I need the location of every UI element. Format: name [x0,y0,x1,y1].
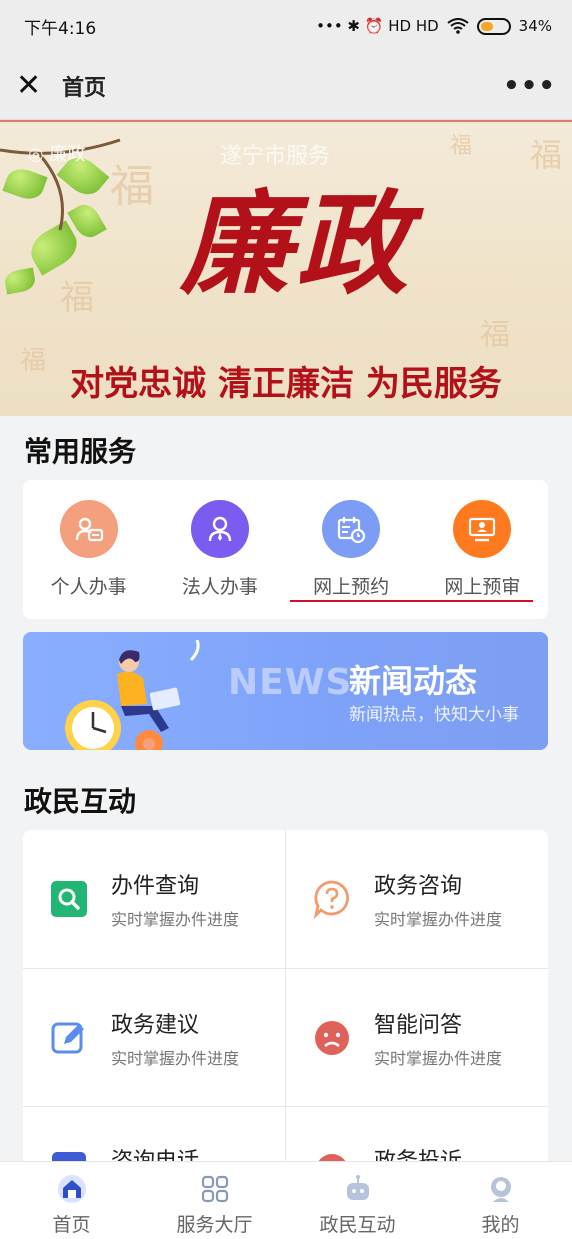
user-icon [490,1177,511,1202]
tab-service-hall[interactable]: 服务大厅 [143,1162,286,1239]
interaction-subtitle: 实时掌握办件进度 [111,910,240,929]
banner-title: 廉政 [180,179,412,310]
tab-mine[interactable]: 我的 [429,1162,572,1239]
fu-decoration: 福 [530,136,563,174]
tab-label: 服务大厅 [176,1214,253,1236]
news-illustration [65,640,200,750]
interaction-item-suggestion[interactable]: 政务建议 实时掌握办件进度 [23,969,285,1107]
banner-slogan: 对党忠诚 清正廉洁 为民服务 [70,364,502,404]
robot-icon [346,1175,369,1200]
tab-label: 政民互动 [319,1214,396,1236]
banner-carousel[interactable]: 福 福 福 福 福 福 ◎ 廉政 遂宁市服务 廉政 对党忠诚 清正廉洁 为民服务 [0,120,572,416]
service-label: 法人办事 [181,576,258,598]
nav-bar: ✕ 首页 ••• [0,52,572,120]
battery-level: 34% [518,17,552,35]
service-legal-person[interactable]: 法人办事 [154,480,285,619]
home-icon [57,1175,86,1203]
person-card-icon [59,500,118,558]
section-title-common-services: 常用服务 [24,435,137,468]
status-icons: ••• ✱ ⏰ HD HD 34% [316,17,552,35]
interaction-grid: 办件查询 实时掌握办件进度 政务咨询 实时掌握办件进度 政务建议 实时掌握办件进… [23,830,548,1170]
tab-label: 首页 [52,1214,91,1236]
close-icon[interactable]: ✕ [16,68,56,103]
signal-icons: ••• ✱ ⏰ HD HD [316,17,439,35]
tab-interaction[interactable]: 政民互动 [286,1162,429,1239]
interaction-subtitle: 实时掌握办件进度 [111,1049,240,1068]
common-services-card: 个人办事 法人办事 网上预约 网上预审 [23,480,548,619]
interaction-subtitle: 实时掌握办件进度 [374,1049,503,1068]
interaction-text: 政务咨询 实时掌握办件进度 [374,868,502,930]
interaction-title: 办件查询 [111,874,200,899]
interaction-item-smart-qa[interactable]: 智能问答 实时掌握办件进度 [286,969,548,1107]
service-online-appointment[interactable]: 网上预约 [286,480,417,619]
fu-decoration: 福 [480,318,510,353]
service-personal[interactable]: 个人办事 [23,480,154,619]
interaction-item-consult[interactable]: 政务咨询 实时掌握办件进度 [286,830,548,968]
service-label: 网上预约 [313,576,390,598]
service-label: 网上预审 [444,576,521,598]
branch-decoration [0,138,121,231]
interaction-text: 政务建议 实时掌握办件进度 [111,1007,239,1069]
more-icon[interactable]: ••• [503,71,556,101]
service-online-pre-review[interactable]: 网上预审 [417,480,548,619]
fu-decoration: 福 [60,278,94,318]
interaction-subtitle: 实时掌握办件进度 [374,910,503,929]
fu-decoration: 福 [450,134,473,159]
news-title: 新闻动态 [349,662,478,700]
interaction-item-query[interactable]: 办件查询 实时掌握办件进度 [23,830,285,968]
tab-home[interactable]: 首页 [0,1162,143,1239]
interaction-title: 智能问答 [374,1013,463,1038]
interaction-title: 政务建议 [111,1013,200,1038]
legal-person-icon [190,500,249,558]
interaction-text: 办件查询 实时掌握办件进度 [111,868,239,930]
news-subtitle: 新闻热点，快知大小事 [349,705,519,725]
news-banner[interactable]: NEWS 新闻动态 新闻热点，快知大小事 [23,632,548,750]
wifi-icon [447,18,469,34]
service-label: 个人办事 [50,576,127,598]
edit-icon [49,1018,89,1058]
calendar-clock-icon [322,500,381,558]
status-bar: 下午4:16 ••• ✱ ⏰ HD HD 34% [0,0,572,52]
banner-logo-text: ◎ 廉政 [28,144,86,165]
interaction-text: 智能问答 实时掌握办件进度 [374,1007,502,1069]
monitor-icon [453,500,512,558]
annotation-underline [290,600,533,602]
tab-label: 我的 [481,1214,520,1236]
grid-icon [201,1175,228,1203]
status-time: 下午4:16 [24,18,97,39]
robot-face-icon [312,1018,352,1058]
search-icon [49,879,89,919]
question-bubble-icon [312,879,352,919]
interaction-title: 政务咨询 [374,874,463,899]
battery-icon [476,17,511,35]
bottom-tab-bar: 首页 服务大厅 政民互动 我的 [0,1161,572,1239]
page-title: 首页 [62,75,107,101]
leaf-decoration [3,267,37,295]
news-en-label: NEWS [228,662,353,703]
section-title-interaction: 政民互动 [24,785,137,818]
